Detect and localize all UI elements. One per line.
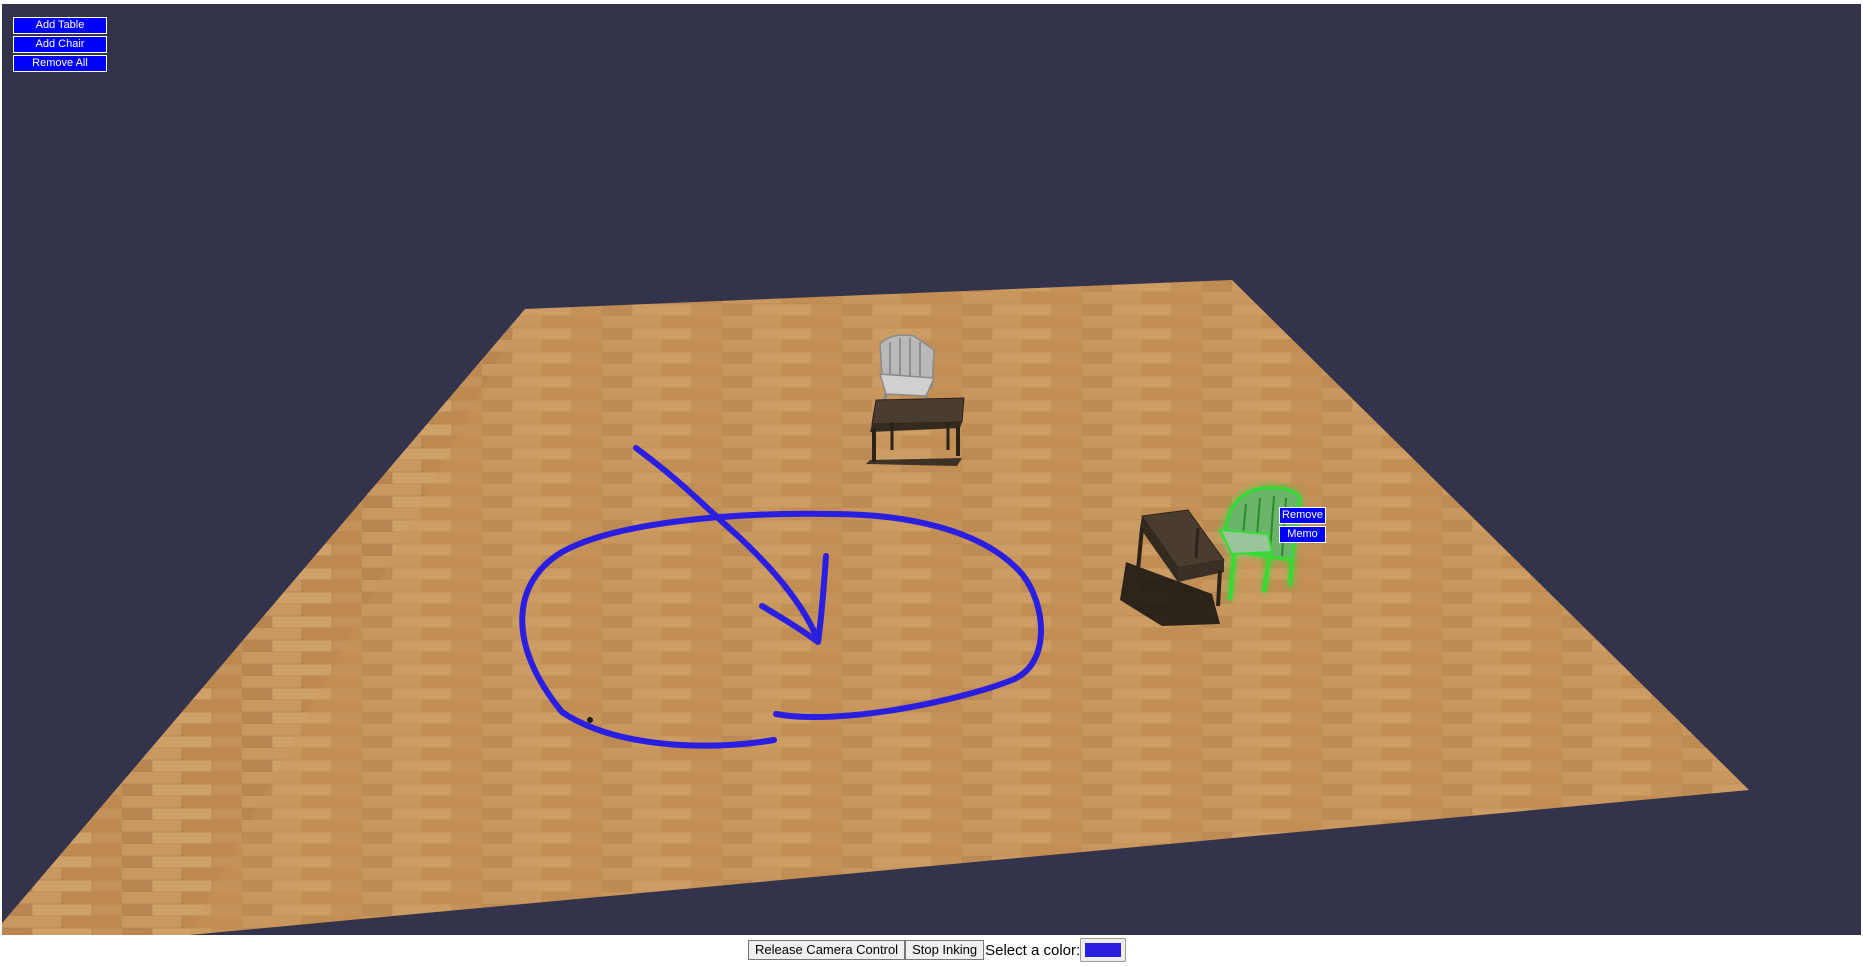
color-picker-input[interactable] — [1080, 938, 1127, 962]
bottom-control-bar: Release Camera Control Stop Inking Selec… — [0, 935, 1863, 966]
add-chair-button[interactable]: Add Chair — [13, 36, 107, 53]
add-table-button[interactable]: Add Table — [13, 17, 107, 34]
ink-controls: Release Camera Control Stop Inking Selec… — [748, 935, 1127, 965]
color-swatch — [1085, 943, 1122, 957]
chair-back-white[interactable] — [878, 334, 936, 403]
stop-inking-button[interactable]: Stop Inking — [905, 940, 985, 960]
remove-object-button[interactable]: Remove — [1279, 507, 1326, 524]
scene-viewport[interactable]: Add Table Add Chair Remove All Remove Me… — [2, 4, 1861, 935]
remove-all-button[interactable]: Remove All — [13, 55, 107, 72]
color-label: Select a color: — [985, 941, 1081, 959]
object-toolbar: Add Table Add Chair Remove All — [13, 17, 107, 72]
3d-scene[interactable] — [2, 4, 1861, 935]
release-camera-button[interactable]: Release Camera Control — [748, 940, 906, 960]
memo-button[interactable]: Memo — [1279, 526, 1326, 543]
object-context-menu: Remove Memo — [1279, 507, 1326, 543]
